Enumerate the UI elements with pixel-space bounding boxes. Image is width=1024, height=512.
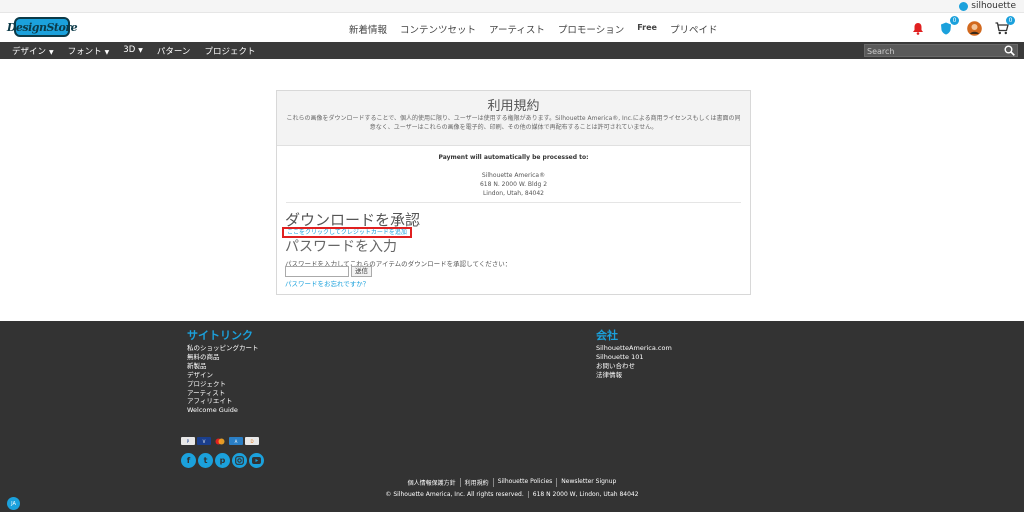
category-nav: デザイン ▼ フォント ▼ 3D ▼ パターン プロジェクト [0,42,1024,59]
bell-icon [913,22,923,35]
search-input[interactable] [867,46,997,56]
mastercard-icon [213,437,227,445]
avatar [966,20,982,36]
amex-icon: A [229,437,243,445]
social-links: f t p [181,453,264,468]
legal-links: 個人情報保護方針 利用規約 Silhouette Policies Newsle… [0,478,1024,487]
address-line: 618 N. 2000 W. Bldg 2 [479,181,548,188]
design-store-logo[interactable]: DesignStore [7,17,78,37]
footer-link-new[interactable]: 新製品 [187,362,259,371]
visa-icon: V [197,437,211,445]
nav-prepaid[interactable]: プリペイド [670,22,718,36]
category-projects[interactable]: プロジェクト [204,45,255,57]
category-fonts-label: フォント [67,47,102,57]
footer-link-legal[interactable]: 法律情報 [596,371,672,380]
paypal-icon: P [181,437,195,445]
nav-new[interactable]: 新着情報 [349,22,387,36]
submit-button[interactable]: 送信 [351,266,372,277]
address-line: Silhouette America® [481,172,546,179]
company-links-list: SilhouetteAmerica.com Silhouette 101 お問い… [596,344,672,380]
discover-icon: D [245,437,259,445]
privacy-policy-link[interactable]: 個人情報保護方針 [404,478,460,487]
site-links-title: サイトリンク [187,329,253,342]
chevron-down-icon: ▼ [49,49,54,56]
footer-link-design[interactable]: デザイン [187,371,259,380]
pinterest-icon[interactable]: p [215,453,230,468]
footer-link-cart[interactable]: 私のショッピングカート [187,344,259,353]
category-patterns[interactable]: パターン [157,45,191,57]
footer-link-affiliates[interactable]: アフィリエイト [187,397,259,406]
category-3d[interactable]: 3D ▼ [123,45,143,57]
footer-link-contact[interactable]: お問い合わせ [596,362,672,371]
footer-link-artists[interactable]: アーティスト [187,389,259,398]
site-footer: サイトリンク 私のショッピングカート 無料の商品 新製品 デザイン プロジェクト… [0,321,1024,512]
favorites-count: 0 [950,16,959,25]
top-bar: silhouette [0,0,1024,13]
download-panel: 利用規約 これらの画像をダウンロードすることで、個人的使用に限り、ユーザーは使用… [276,90,751,295]
forgot-password-link[interactable]: パスワードをお忘れですか？ [285,278,369,288]
company-title: 会社 [596,329,618,342]
newsletter-signup-link[interactable]: Newsletter Signup [556,478,620,487]
category-items: デザイン ▼ フォント ▼ 3D ▼ パターン プロジェクト [12,45,255,57]
twitter-icon[interactable]: t [198,453,213,468]
chevron-down-icon: ▼ [104,49,110,56]
main-nav: 新着情報 コンテンツセット アーティスト プロモーション Free プリペイド [349,22,717,36]
instagram-icon[interactable] [232,453,247,468]
facebook-icon[interactable]: f [181,453,196,468]
site-header: DesignStore 新着情報 コンテンツセット アーティスト プロモーション… [0,14,1024,42]
payment-heading: Payment will automatically be processed … [438,154,589,161]
cart-button[interactable]: 0 [994,16,1015,36]
youtube-icon[interactable] [249,453,264,468]
nav-artists[interactable]: アーティスト [489,22,545,36]
company-address: 618 N 2000 W, Lindon, Utah 84042 [527,491,643,498]
silhouette-logo-icon [959,1,969,11]
terms-text: これらの画像をダウンロードすることで、個人的使用に限り、ユーザーは使用する権限が… [286,115,741,131]
address-line: Lindon, Utah, 84042 [482,190,545,197]
search-icon[interactable] [1004,45,1015,56]
terms-link[interactable]: 利用規約 [459,478,493,487]
nav-free[interactable]: Free [637,22,657,36]
payment-methods: P V A D [181,437,259,445]
silhouette-policies-link[interactable]: Silhouette Policies [492,478,557,487]
copyright-line: © Silhouette America, Inc. All rights re… [0,491,1024,498]
language-chat-button[interactable]: JA [7,497,20,510]
terms-box: 利用規約 これらの画像をダウンロードすることで、個人的使用に限り、ユーザーは使用… [277,91,750,146]
notifications-button[interactable] [910,20,926,36]
copyright: © Silhouette America, Inc. All rights re… [385,491,524,498]
account-button[interactable] [966,20,982,36]
password-field[interactable] [285,266,349,277]
footer-link-silhouette-101[interactable]: Silhouette 101 [596,353,672,362]
footer-link-welcome-guide[interactable]: Welcome Guide [187,406,259,415]
search-box [864,44,1018,57]
category-3d-label: 3D [123,45,136,55]
footer-link-projects[interactable]: プロジェクト [187,380,259,389]
footer-link-free[interactable]: 無料の商品 [187,353,259,362]
category-design[interactable]: デザイン ▼ [12,45,54,57]
silhouette-brand[interactable]: silhouette [959,1,1016,11]
site-links-list: 私のショッピングカート 無料の商品 新製品 デザイン プロジェクト アーティスト… [187,344,259,415]
cart-count: 0 [1006,16,1015,25]
nav-content-sets[interactable]: コンテンツセット [400,22,476,36]
category-design-label: デザイン [12,47,47,57]
category-fonts[interactable]: フォント ▼ [68,45,110,57]
add-credit-card-link[interactable]: ここをクリックしてクレジットカードを追加 [282,227,412,238]
terms-title: 利用規約 [487,99,540,114]
brand-name: silhouette [971,1,1016,11]
nav-promotions[interactable]: プロモーション [558,22,624,36]
footer-link-silhouette-america[interactable]: SilhouetteAmerica.com [596,344,672,353]
payment-address: Silhouette America® 618 N. 2000 W. Bldg … [277,171,750,198]
chevron-down-icon: ▼ [138,47,143,54]
password-title: パスワードを入力 [285,239,397,255]
favorites-button[interactable]: 0 [938,16,959,36]
header-icons: 0 0 [910,16,1015,36]
divider [286,202,741,203]
